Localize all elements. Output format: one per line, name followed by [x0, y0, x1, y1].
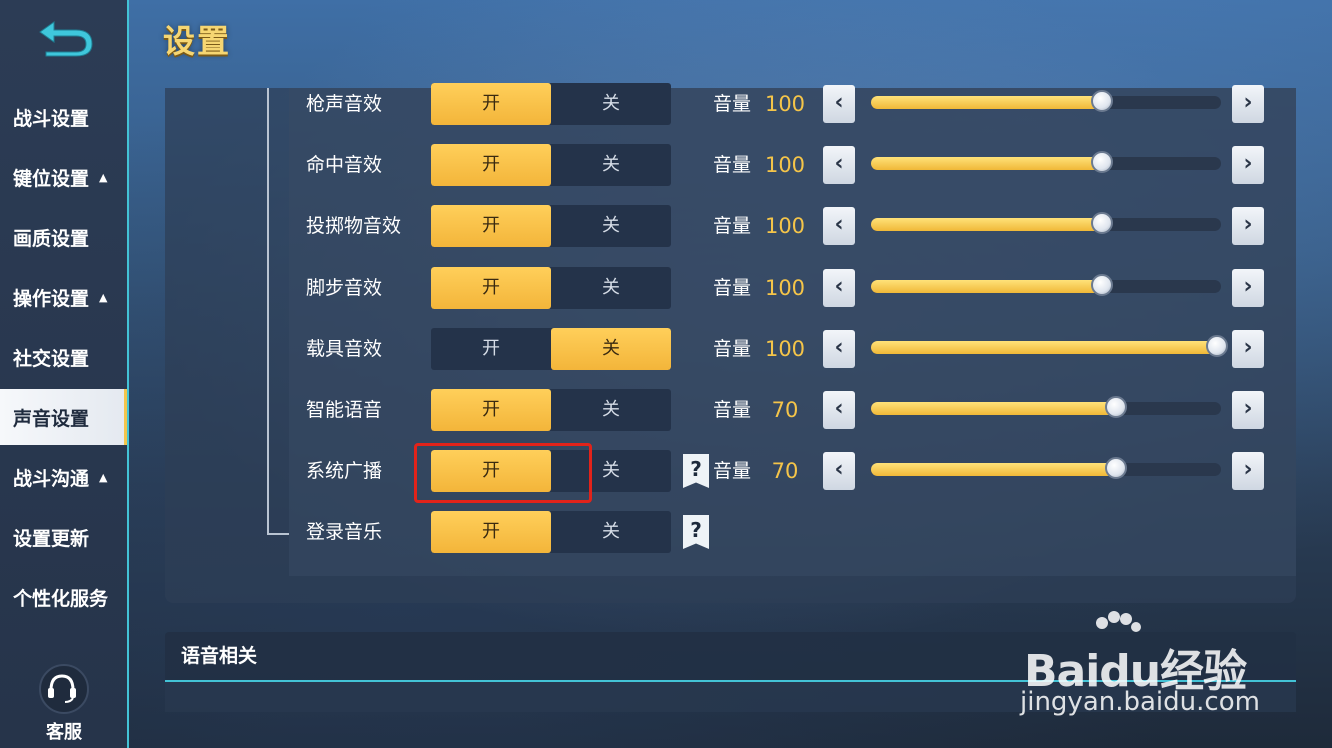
volume-increase-button[interactable]: ›: [1232, 391, 1264, 429]
on-off-toggle: 开关: [431, 83, 671, 125]
volume-value: 70: [771, 398, 799, 422]
volume-slider-fill: [871, 341, 1221, 354]
on-off-toggle: 开关: [431, 328, 671, 370]
volume-slider-knob[interactable]: [1091, 90, 1113, 112]
volume-value: 100: [764, 214, 806, 238]
setting-label: 载具音效: [306, 338, 383, 360]
volume-increase-button[interactable]: ›: [1232, 207, 1264, 245]
volume-label: 音量: [713, 154, 752, 176]
volume-increase-button[interactable]: ›: [1232, 330, 1264, 368]
toggle-on-option[interactable]: 开: [431, 83, 551, 125]
volume-slider-fill: [871, 218, 1102, 231]
toggle-on-option[interactable]: 开: [431, 267, 551, 309]
toggle-off-option[interactable]: 关: [551, 205, 671, 247]
headset-icon: [39, 664, 89, 714]
sound-setting-row: 投掷物音效 开关 音量 100 ‹ ›: [0, 205, 1332, 247]
on-off-toggle: 开关: [431, 389, 671, 431]
setting-label: 登录音乐: [306, 521, 383, 543]
highlight-box: [414, 443, 592, 503]
volume-decrease-button[interactable]: ‹: [823, 330, 855, 368]
toggle-on-option[interactable]: 开: [431, 389, 551, 431]
volume-value: 100: [764, 337, 806, 361]
setting-label: 投掷物音效: [306, 215, 402, 237]
volume-slider-fill: [871, 463, 1116, 476]
volume-label: 音量: [713, 460, 752, 482]
sidebar-item[interactable]: 个性化服务: [0, 569, 127, 625]
volume-value: 100: [764, 92, 806, 116]
volume-decrease-button[interactable]: ‹: [823, 452, 855, 490]
volume-slider[interactable]: [871, 396, 1221, 418]
help-question-icon[interactable]: ?: [683, 454, 709, 488]
volume-slider-knob[interactable]: [1091, 274, 1113, 296]
volume-decrease-button[interactable]: ‹: [823, 391, 855, 429]
on-off-toggle: 开关: [431, 205, 671, 247]
volume-slider-fill: [871, 402, 1116, 415]
toggle-off-option[interactable]: 关: [551, 267, 671, 309]
sound-setting-row: 登录音乐 开关?: [0, 511, 1332, 553]
volume-decrease-button[interactable]: ‹: [823, 85, 855, 123]
volume-slider[interactable]: [871, 457, 1221, 479]
toggle-on-option[interactable]: 开: [431, 328, 551, 370]
volume-slider[interactable]: [871, 335, 1228, 357]
on-off-toggle: 开关: [431, 267, 671, 309]
sound-setting-row: 载具音效 开关 音量 100 ‹ ›: [0, 328, 1332, 370]
volume-increase-button[interactable]: ›: [1232, 452, 1264, 490]
volume-slider[interactable]: [871, 151, 1221, 173]
sound-setting-row: 脚步音效 开关 音量 100 ‹ ›: [0, 267, 1332, 309]
volume-slider-fill: [871, 157, 1102, 170]
sound-setting-row: 命中音效 开关 音量 100 ‹ ›: [0, 144, 1332, 186]
toggle-on-option[interactable]: 开: [431, 144, 551, 186]
toggle-off-option[interactable]: 关: [551, 144, 671, 186]
on-off-toggle: 开关: [431, 144, 671, 186]
volume-decrease-button[interactable]: ‹: [823, 146, 855, 184]
toggle-off-option[interactable]: 关: [551, 511, 671, 553]
volume-increase-button[interactable]: ›: [1232, 146, 1264, 184]
toggle-on-option[interactable]: 开: [431, 511, 551, 553]
customer-service-button[interactable]: 客服: [34, 664, 94, 744]
page-title: 设置: [163, 22, 232, 60]
setting-label: 命中音效: [306, 154, 383, 176]
sound-setting-row: 智能语音 开关 音量 70 ‹ ›: [0, 389, 1332, 431]
volume-slider-knob[interactable]: [1105, 396, 1127, 418]
volume-slider-fill: [871, 96, 1102, 109]
volume-label: 音量: [713, 399, 752, 421]
volume-slider-fill: [871, 280, 1102, 293]
service-label: 客服: [46, 722, 82, 743]
volume-increase-button[interactable]: ›: [1232, 269, 1264, 307]
toggle-off-option[interactable]: 关: [551, 83, 671, 125]
volume-value: 70: [771, 459, 799, 483]
help-question-icon[interactable]: ?: [683, 515, 709, 549]
voice-section-title: 语音相关: [181, 645, 258, 667]
sound-setting-row: 系统广播开关? 音量 70 ‹ ›: [0, 450, 1332, 492]
volume-slider[interactable]: [871, 212, 1221, 234]
volume-value: 100: [764, 276, 806, 300]
on-off-toggle: 开关: [431, 511, 671, 553]
baidu-watermark: Baidu经验 jingyan.baidu.com: [1000, 605, 1300, 725]
volume-increase-button[interactable]: ›: [1232, 85, 1264, 123]
back-arrow-icon[interactable]: [36, 16, 96, 60]
volume-decrease-button[interactable]: ‹: [823, 207, 855, 245]
volume-decrease-button[interactable]: ‹: [823, 269, 855, 307]
setting-label: 枪声音效: [306, 93, 383, 115]
volume-slider[interactable]: [871, 274, 1221, 296]
toggle-off-option[interactable]: 关: [551, 389, 671, 431]
volume-slider-knob[interactable]: [1091, 151, 1113, 173]
volume-slider-knob[interactable]: [1105, 457, 1127, 479]
volume-slider[interactable]: [871, 90, 1221, 112]
setting-label: 脚步音效: [306, 277, 383, 299]
watermark-url: jingyan.baidu.com: [1020, 687, 1260, 717]
volume-label: 音量: [713, 338, 752, 360]
setting-label: 系统广播: [306, 460, 383, 482]
volume-label: 音量: [713, 277, 752, 299]
volume-value: 100: [764, 153, 806, 177]
toggle-on-option[interactable]: 开: [431, 205, 551, 247]
sidebar-item-label: 个性化服务: [13, 587, 109, 610]
sound-setting-row: 枪声音效 开关 音量 100 ‹ ›: [0, 83, 1332, 125]
toggle-off-option[interactable]: 关: [551, 328, 671, 370]
volume-label: 音量: [713, 215, 752, 237]
volume-slider-knob[interactable]: [1091, 212, 1113, 234]
setting-label: 智能语音: [306, 399, 383, 421]
volume-slider-knob[interactable]: [1206, 335, 1228, 357]
volume-label: 音量: [713, 93, 752, 115]
